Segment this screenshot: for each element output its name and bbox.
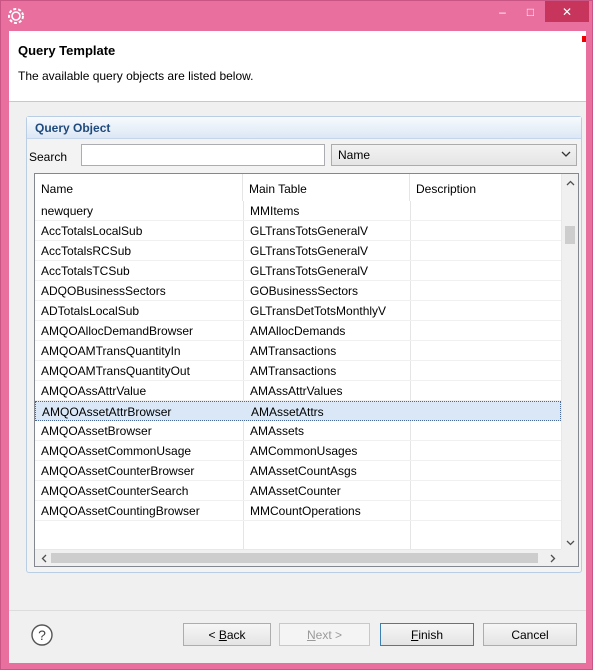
search-input[interactable] (81, 144, 325, 166)
cell-name: AccTotalsLocalSub (41, 224, 143, 238)
cancel-button-label: Cancel (511, 627, 549, 642)
cell-name: AMQOAMTransQuantityIn (41, 344, 181, 358)
table-row[interactable]: AMQOAssetCountingBrowser MMCountOperation… (35, 501, 561, 521)
next-button-label: Next > (306, 627, 343, 642)
table-row[interactable]: newquery MMItems (35, 201, 561, 221)
dialog-client-area: Query Template The available query objec… (9, 31, 586, 663)
cell-main-table: AMAssetCounter (250, 484, 341, 498)
query-objects-table[interactable]: Name Main Table Description newquery MMIt… (34, 173, 579, 567)
cell-main-table: GOBusinessSectors (250, 284, 359, 298)
cell-main-table: AMAssAttrValues (250, 384, 343, 398)
back-button[interactable]: < Back (183, 623, 271, 646)
cell-main-table: AMAllocDemands (250, 324, 346, 338)
footer-divider (9, 610, 586, 611)
cell-main-table: AMCommonUsages (250, 444, 358, 458)
cell-main-table: MMCountOperations (250, 504, 361, 518)
minimize-button[interactable]: – (489, 1, 516, 22)
table-row[interactable]: ADQOBusinessSectors GOBusinessSectors (35, 281, 561, 301)
wizard-window: – □ ✕ Query Template The available query… (0, 0, 593, 670)
table-row[interactable]: AccTotalsTCSub GLTransTotsGeneralV (35, 261, 561, 281)
cell-main-table: AMAssets (250, 424, 305, 438)
search-field-select[interactable]: Name (331, 144, 577, 166)
cell-name: AccTotalsRCSub (41, 244, 132, 258)
table-row[interactable]: AMQOAMTransQuantityOut AMTransactions (35, 361, 561, 381)
table-header: Name Main Table Description (35, 174, 561, 201)
page-title: Query Template (18, 43, 116, 58)
column-header-name[interactable]: Name (35, 174, 243, 201)
cell-name: AMQOAssetAttrBrowser (42, 405, 172, 419)
column-header-description[interactable]: Description (410, 174, 561, 201)
cell-name: newquery (41, 204, 94, 218)
horizontal-scrollbar[interactable] (35, 549, 561, 566)
close-icon: ✕ (561, 4, 573, 19)
minimize-icon: – (499, 4, 506, 19)
maximize-icon: □ (526, 4, 535, 19)
table-row[interactable]: AMQOAssetBrowser AMAssets (35, 421, 561, 441)
table-body: newquery MMItems AccTotalsLocalSub GLTransT… (35, 201, 561, 521)
cell-name: AMQOAssetCounterBrowser (41, 464, 195, 478)
cell-name: AccTotalsTCSub (41, 264, 130, 278)
wizard-header: Query Template The available query objec… (9, 31, 586, 102)
cancel-button[interactable]: Cancel (483, 623, 577, 646)
cell-name: ADQOBusinessSectors (41, 284, 166, 298)
table-row[interactable]: AMQOAMTransQuantityIn AMTransactions (35, 341, 561, 361)
maximize-button[interactable]: □ (517, 1, 544, 22)
vertical-scroll-thumb[interactable] (565, 226, 575, 244)
page-description: The available query objects are listed b… (18, 69, 254, 83)
cell-main-table: GLTransTotsGeneralV (250, 264, 369, 278)
search-label: Search (29, 150, 68, 164)
scroll-right-icon[interactable] (544, 550, 561, 566)
next-button[interactable]: Next > (279, 623, 370, 646)
search-field-selected-value: Name (338, 148, 371, 162)
scrollbar-corner (561, 549, 578, 566)
cell-name: AMQOAMTransQuantityOut (41, 364, 190, 378)
back-button-label: < Back (208, 627, 246, 642)
svg-text:?: ? (38, 627, 46, 643)
help-icon[interactable]: ? (31, 624, 53, 646)
chevron-down-icon (561, 151, 571, 157)
finish-button-label: Finish (410, 627, 444, 642)
table-row[interactable]: AMQOAssetAttrBrowser AMAssetAttrs (35, 401, 561, 421)
scroll-up-icon[interactable] (562, 174, 578, 191)
scroll-left-icon[interactable] (35, 550, 52, 566)
table-row[interactable]: ADTotalsLocalSub GLTransDetTotsMonthlyV (35, 301, 561, 321)
cell-name: AMQOAssetCommonUsage (41, 444, 192, 458)
table-row[interactable]: AMQOAllocDemandBrowser AMAllocDemands (35, 321, 561, 341)
cell-name: AMQOAssAttrValue (41, 384, 147, 398)
finish-button[interactable]: Finish (380, 623, 474, 646)
table-row[interactable]: AccTotalsRCSub GLTransTotsGeneralV (35, 241, 561, 261)
table-row[interactable]: AMQOAssetCounterBrowser AMAssetCountAsgs (35, 461, 561, 481)
cell-main-table: AMTransactions (250, 344, 337, 358)
cell-main-table: GLTransTotsGeneralV (250, 224, 369, 238)
section-title: Query Object (27, 117, 581, 139)
cell-name: AMQOAllocDemandBrowser (41, 324, 194, 338)
cell-main-table: AMAssetCountAsgs (250, 464, 357, 478)
table-row[interactable]: AMQOAssetCounterSearch AMAssetCounter (35, 481, 561, 501)
cell-main-table: GLTransDetTotsMonthlyV (250, 304, 387, 318)
close-button[interactable]: ✕ (545, 1, 589, 22)
cell-name: AMQOAssetCountingBrowser (41, 504, 200, 518)
horizontal-scroll-thumb[interactable] (51, 553, 538, 563)
table-row[interactable]: AMQOAssetCommonUsage AMCommonUsages (35, 441, 561, 461)
column-header-main-table[interactable]: Main Table (243, 174, 410, 201)
vertical-scrollbar[interactable] (561, 174, 578, 551)
cell-name: AMQOAssetBrowser (41, 424, 152, 438)
cell-name: ADTotalsLocalSub (41, 304, 140, 318)
table-row[interactable]: AMQOAssAttrValue AMAssAttrValues (35, 381, 561, 401)
cell-main-table: MMItems (250, 204, 300, 218)
title-bar[interactable]: – □ ✕ (1, 1, 592, 31)
cell-name: AMQOAssetCounterSearch (41, 484, 189, 498)
header-accent-mark (582, 36, 586, 42)
app-gear-icon (8, 8, 24, 24)
table-row[interactable]: AccTotalsLocalSub GLTransTotsGeneralV (35, 221, 561, 241)
cell-main-table: AMAssetAttrs (251, 405, 324, 419)
cell-main-table: AMTransactions (250, 364, 337, 378)
cell-main-table: GLTransTotsGeneralV (250, 244, 369, 258)
